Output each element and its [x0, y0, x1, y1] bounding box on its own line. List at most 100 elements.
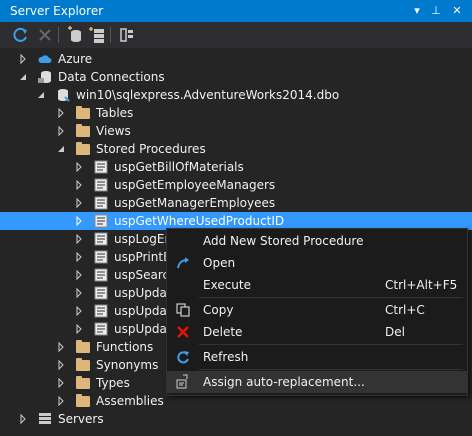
menu-item-copy[interactable]: Copy Ctrl+C: [167, 299, 467, 321]
expand-arrow-icon[interactable]: [74, 288, 84, 298]
menu-item-label: Refresh: [203, 350, 249, 364]
expand-arrow-icon[interactable]: [74, 234, 84, 244]
copy-icon: [176, 303, 190, 317]
stored-procedure-icon: [94, 196, 108, 210]
tree-node-label: uspGetWhereUsedProductID: [114, 214, 285, 228]
expand-arrow-icon[interactable]: [74, 306, 84, 316]
tree-node-label: uspGetEmployeeManagers: [114, 178, 276, 192]
tree-node-azure[interactable]: Azure: [0, 50, 472, 68]
folder-icon: [76, 340, 90, 353]
pin-icon[interactable]: ⊥: [428, 3, 444, 19]
tree-node-label: uspGetManagerEmployees: [114, 196, 276, 210]
stored-procedure-icon: [94, 304, 108, 318]
folder-icon: [76, 358, 90, 371]
tree-node-procedure[interactable]: uspGetEmployeeManagers: [0, 176, 472, 194]
auto-replacement-icon: [176, 374, 188, 389]
tree-node-label: Functions: [96, 340, 154, 354]
expand-arrow-icon[interactable]: [74, 162, 84, 172]
tree-node-connection[interactable]: win10\sqlexpress.AdventureWorks2014.dbo: [0, 86, 472, 104]
menu-item-delete[interactable]: Delete Del: [167, 321, 467, 343]
tree-node-views[interactable]: Views: [0, 122, 472, 140]
tree-node-procedure[interactable]: uspGetManagerEmployees: [0, 194, 472, 212]
stored-procedure-icon: [94, 268, 108, 282]
menu-separator: [199, 297, 463, 298]
expand-arrow-icon[interactable]: [74, 180, 84, 190]
tree-node-label: Types: [96, 376, 130, 390]
toolbar-separator: [58, 27, 59, 43]
expand-arrow-icon[interactable]: [56, 360, 66, 370]
tree-node-label: Azure: [58, 52, 93, 66]
stored-procedure-icon: [94, 286, 108, 300]
tree-node-label: uspUpdat: [114, 286, 172, 300]
expand-arrow-icon[interactable]: [74, 216, 84, 226]
tree-node-tables[interactable]: Tables: [0, 104, 472, 122]
tree-node-label: Assemblies: [96, 394, 164, 408]
title-bar: Server Explorer ▾ ⊥ ✕: [0, 0, 472, 22]
tree-node-label: uspUpdat: [114, 304, 172, 318]
tree-node-label: Views: [96, 124, 131, 138]
expand-arrow-icon[interactable]: [74, 252, 84, 262]
expand-arrow-icon[interactable]: [56, 342, 66, 352]
delete-x-icon: [177, 326, 189, 338]
azure-cloud-icon: [38, 55, 52, 63]
open-arrow-icon: [177, 257, 189, 269]
context-menu: Add New Stored Procedure Open Execute Ct…: [166, 228, 468, 396]
expand-arrow-icon[interactable]: [56, 378, 66, 388]
window-title: Server Explorer: [10, 4, 104, 18]
stored-procedure-icon: [94, 250, 108, 264]
tree-node-stored-procedures[interactable]: Stored Procedures: [0, 140, 472, 158]
folder-icon: [76, 394, 90, 407]
tree-node-servers[interactable]: Servers: [0, 410, 472, 428]
collapse-arrow-icon[interactable]: [36, 90, 46, 100]
folder-icon: [76, 124, 90, 137]
stored-procedure-icon: [94, 178, 108, 192]
database-connection-icon: [58, 89, 70, 102]
folder-icon: [76, 376, 90, 389]
menu-item-refresh[interactable]: Refresh: [167, 346, 467, 368]
expand-arrow-icon[interactable]: [56, 108, 66, 118]
properties-icon[interactable]: [118, 26, 136, 44]
collapse-arrow-icon[interactable]: [18, 72, 28, 82]
tree-node-label: uspGetBillOfMaterials: [114, 160, 244, 174]
stored-procedure-icon: [94, 160, 108, 174]
tree-node-label: Data Connections: [58, 70, 165, 84]
stored-procedure-icon: [94, 214, 108, 228]
expand-arrow-icon[interactable]: [56, 126, 66, 136]
expand-arrow-icon[interactable]: [74, 270, 84, 280]
tree-node-label: uspLogEr: [114, 232, 170, 246]
tree-node-label: Synonyms: [96, 358, 159, 372]
tree-node-procedure[interactable]: uspGetBillOfMaterials: [0, 158, 472, 176]
menu-item-assign-auto-replacement[interactable]: Assign auto-replacement...: [167, 371, 467, 393]
menu-item-label: Open: [203, 256, 236, 270]
stored-procedure-icon: [94, 232, 108, 246]
tree-node-label: uspUpdat: [114, 322, 172, 336]
expand-arrow-icon[interactable]: [56, 396, 66, 406]
menu-item-add-new-stored-procedure[interactable]: Add New Stored Procedure: [167, 230, 467, 252]
menu-item-shortcut: Ctrl+C: [385, 303, 425, 317]
menu-item-label: Delete: [203, 325, 243, 339]
menu-item-open[interactable]: Open: [167, 252, 467, 274]
stop-refresh-icon[interactable]: [36, 26, 54, 44]
collapse-arrow-icon[interactable]: [56, 144, 66, 154]
servers-icon: [39, 413, 51, 424]
tree-node-data-connections[interactable]: Data Connections: [0, 68, 472, 86]
data-connections-icon: [38, 71, 51, 83]
toolbar-separator: [110, 27, 111, 43]
tree-node-label: Servers: [58, 412, 104, 426]
toolbar: [0, 22, 472, 48]
expand-arrow-icon[interactable]: [18, 54, 28, 64]
menu-item-shortcut: Ctrl+Alt+F5: [385, 278, 458, 292]
dropdown-icon[interactable]: ▾: [409, 3, 425, 19]
stored-procedure-icon: [94, 322, 108, 336]
close-icon[interactable]: ✕: [449, 3, 465, 19]
menu-item-shortcut: Del: [385, 325, 405, 339]
connect-server-icon[interactable]: [88, 26, 106, 44]
menu-item-label: Add New Stored Procedure: [203, 234, 364, 248]
menu-item-execute[interactable]: Execute Ctrl+Alt+F5: [167, 274, 467, 296]
connect-database-icon[interactable]: [66, 26, 84, 44]
expand-arrow-icon[interactable]: [74, 198, 84, 208]
refresh-icon[interactable]: [12, 26, 30, 44]
expand-arrow-icon[interactable]: [18, 414, 28, 424]
menu-separator: [199, 369, 463, 370]
expand-arrow-icon[interactable]: [74, 324, 84, 334]
